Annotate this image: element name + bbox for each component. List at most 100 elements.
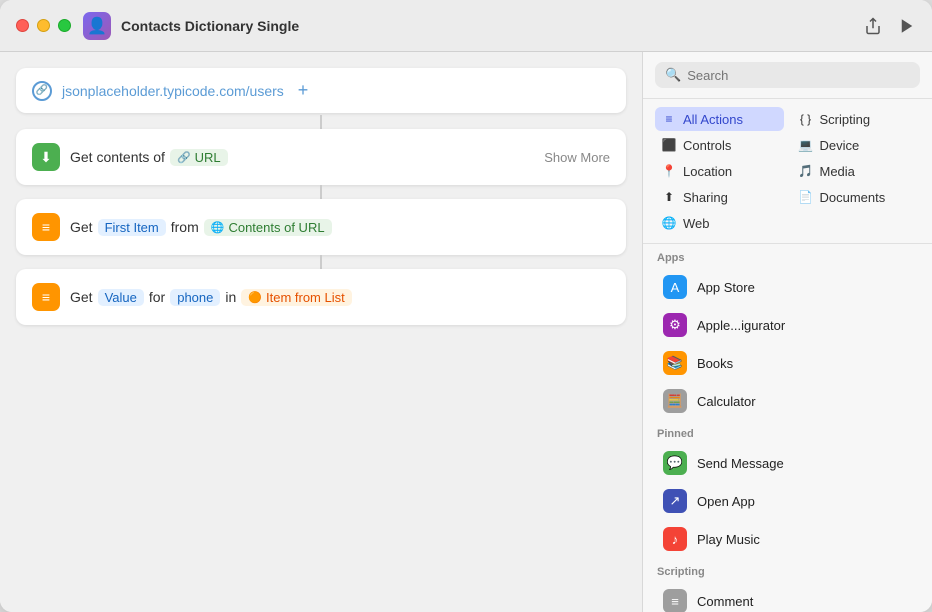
workflow-panel: 🔗 jsonplaceholder.typicode.com/users + ⬇… — [0, 52, 642, 612]
app-store-label: App Store — [697, 280, 755, 295]
list-item-apple-configurator[interactable]: ⚙ Apple...igurator — [649, 306, 926, 344]
url-pill[interactable]: 🔗 URL — [170, 149, 228, 166]
location-label: Location — [683, 164, 732, 179]
sidebar-item-documents[interactable]: 📄 Documents — [792, 185, 921, 209]
location-icon: 📍 — [661, 163, 677, 179]
url-bar[interactable]: 🔗 jsonplaceholder.typicode.com/users + — [16, 68, 626, 113]
contents-url-pill[interactable]: 🌐 Contents of URL — [204, 219, 332, 236]
get-contents-icon: ⬇ — [32, 143, 60, 171]
window-title: Contacts Dictionary Single — [121, 18, 299, 34]
item-from-list-pill[interactable]: 🟠 Item from List — [241, 289, 351, 306]
scripting-label: Scripting — [820, 112, 871, 127]
sharing-icon: ⬆ — [661, 189, 677, 205]
sidebar-item-controls[interactable]: ⬛ Controls — [655, 133, 784, 157]
url-text: jsonplaceholder.typicode.com/users — [62, 83, 284, 99]
list-item-play-music[interactable]: ♪ Play Music — [649, 520, 926, 558]
search-input[interactable] — [687, 68, 910, 83]
send-message-label: Send Message — [697, 456, 784, 471]
play-button[interactable] — [898, 17, 916, 35]
apple-configurator-icon: ⚙ — [663, 313, 687, 337]
controls-label: Controls — [683, 138, 731, 153]
list-item-open-app[interactable]: ↗ Open App — [649, 482, 926, 520]
all-actions-label: All Actions — [683, 112, 743, 127]
documents-icon: 📄 — [798, 189, 814, 205]
search-input-wrap[interactable]: 🔍 — [655, 62, 920, 88]
get-value-icon: ≡ — [32, 283, 60, 311]
scripting-icon: { } — [798, 111, 814, 127]
get-first-icon: ≡ — [32, 213, 60, 241]
connector-1 — [320, 115, 322, 129]
calculator-icon: 🧮 — [663, 389, 687, 413]
list-item-app-store[interactable]: A App Store — [649, 268, 926, 306]
minimize-button[interactable] — [37, 19, 50, 32]
get-first-text: Get First Item from 🌐 Contents of URL — [70, 219, 610, 236]
window: 👤 Contacts Dictionary Single 🔗 jsonplace… — [0, 0, 932, 612]
play-music-icon: ♪ — [663, 527, 687, 551]
get-label: Get — [70, 219, 93, 235]
web-icon: 🌐 — [661, 215, 677, 231]
first-item-pill[interactable]: First Item — [98, 219, 166, 236]
action-get-contents[interactable]: ⬇ Get contents of 🔗 URL Show More — [16, 129, 626, 185]
phone-pill[interactable]: phone — [170, 289, 220, 306]
media-icon: 🎵 — [798, 163, 814, 179]
title-bar: 👤 Contacts Dictionary Single — [0, 0, 932, 52]
app-icon: 👤 — [83, 12, 111, 40]
open-app-icon: ↗ — [663, 489, 687, 513]
sidebar-item-sharing[interactable]: ⬆ Sharing — [655, 185, 784, 209]
get-contents-prefix: Get contents of — [70, 149, 165, 165]
for-label: for — [149, 289, 165, 305]
sidebar-item-scripting[interactable]: { } Scripting — [792, 107, 921, 131]
connector-2 — [320, 185, 322, 199]
sidebar-item-web[interactable]: 🌐 Web — [655, 211, 784, 235]
get-label-2: Get — [70, 289, 93, 305]
apps-section-label: Apps — [643, 244, 932, 268]
sharing-label: Sharing — [683, 190, 728, 205]
action-get-value[interactable]: ≡ Get Value for phone in 🟠 Item from Lis… — [16, 269, 626, 325]
get-contents-text: Get contents of 🔗 URL — [70, 149, 534, 166]
list-item-comment[interactable]: ≡ Comment — [649, 582, 926, 612]
books-icon: 📚 — [663, 351, 687, 375]
comment-icon: ≡ — [663, 589, 687, 612]
device-label: Device — [820, 138, 860, 153]
send-message-icon: 💬 — [663, 451, 687, 475]
main-content: 🔗 jsonplaceholder.typicode.com/users + ⬇… — [0, 52, 932, 612]
from-label: from — [171, 219, 199, 235]
show-more-button[interactable]: Show More — [544, 150, 610, 165]
sidebar-item-device[interactable]: 💻 Device — [792, 133, 921, 157]
app-store-icon: A — [663, 275, 687, 299]
search-icon: 🔍 — [665, 67, 681, 83]
pinned-section-label: Pinned — [643, 420, 932, 444]
list-item-send-message[interactable]: 💬 Send Message — [649, 444, 926, 482]
books-label: Books — [697, 356, 733, 371]
media-label: Media — [820, 164, 855, 179]
scripting-section-label: Scripting — [643, 558, 932, 582]
all-actions-icon: ≡ — [661, 111, 677, 127]
comment-label: Comment — [697, 594, 753, 609]
actions-panel: 🔍 ≡ All Actions { } Scripting ⬛ — [642, 52, 932, 612]
apple-configurator-label: Apple...igurator — [697, 318, 785, 333]
search-bar: 🔍 — [643, 52, 932, 99]
open-app-label: Open App — [697, 494, 755, 509]
get-value-text: Get Value for phone in 🟠 Item from List — [70, 289, 610, 306]
sidebar-item-media[interactable]: 🎵 Media — [792, 159, 921, 183]
controls-icon: ⬛ — [661, 137, 677, 153]
connector-3 — [320, 255, 322, 269]
device-icon: 💻 — [798, 137, 814, 153]
in-label: in — [225, 289, 236, 305]
actions-list: Apps A App Store ⚙ Apple...igurator 📚 Bo… — [643, 244, 932, 612]
play-music-label: Play Music — [697, 532, 760, 547]
action-get-first-item[interactable]: ≡ Get First Item from 🌐 Contents of URL — [16, 199, 626, 255]
value-pill[interactable]: Value — [98, 289, 144, 306]
share-button[interactable] — [864, 17, 882, 35]
list-item-calculator[interactable]: 🧮 Calculator — [649, 382, 926, 420]
sidebar-item-location[interactable]: 📍 Location — [655, 159, 784, 183]
fullscreen-button[interactable] — [58, 19, 71, 32]
close-button[interactable] — [16, 19, 29, 32]
calculator-label: Calculator — [697, 394, 756, 409]
documents-label: Documents — [820, 190, 886, 205]
list-item-books[interactable]: 📚 Books — [649, 344, 926, 382]
web-label: Web — [683, 216, 710, 231]
traffic-lights — [16, 19, 71, 32]
add-url-button[interactable]: + — [298, 80, 309, 101]
sidebar-item-all-actions[interactable]: ≡ All Actions — [655, 107, 784, 131]
